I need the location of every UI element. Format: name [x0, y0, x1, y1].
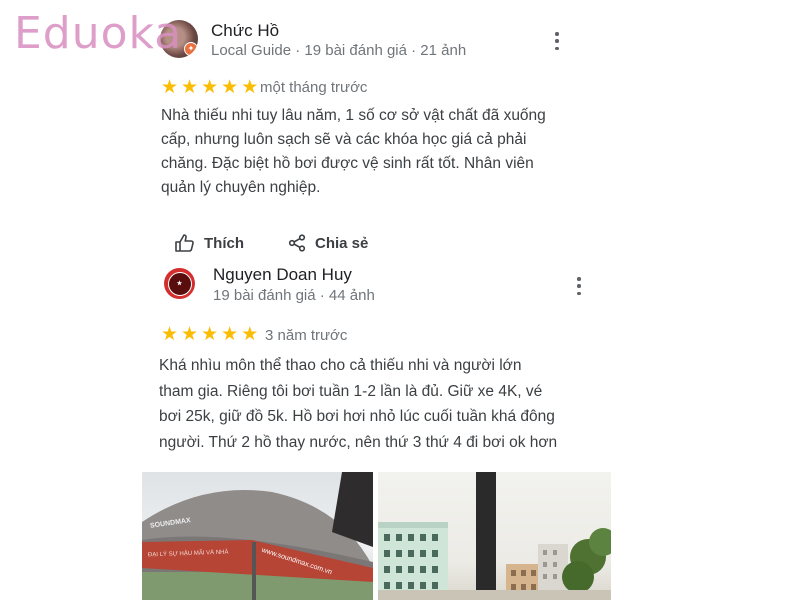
review-text-line: cấp, nhưng luôn sạch sẽ và các khóa học …: [161, 131, 527, 148]
star-icon: ★: [161, 324, 179, 345]
like-button[interactable]: Thích: [175, 234, 244, 252]
avatar[interactable]: ★: [164, 268, 195, 299]
review-text-line: tham gia. Riêng tôi bơi tuần 1-2 lần là …: [159, 382, 543, 400]
rating-stars: ★ ★ ★ ★ ★: [161, 78, 261, 97]
reviewer-meta: Local Guide · 19 bài đánh giá · 21 ảnh: [211, 42, 467, 59]
reviewer-name[interactable]: Nguyen Doan Huy: [213, 265, 352, 285]
review-photo-umbrella[interactable]: SOUNDMAX ĐẠI LÝ SỰ HẬU MÃI VÀ NHÀ www.so…: [142, 472, 373, 600]
review-text-line: người. Thứ 2 hồ thay nước, nên thứ 3 thứ…: [159, 433, 558, 451]
review-text-line: Khá nhìu môn thể thao cho cả thiếu nhi v…: [159, 357, 522, 374]
star-icon: ★: [161, 77, 179, 98]
review-text: Nhà thiếu nhi tuy lâu năm, 1 số cơ sở vậ…: [161, 104, 546, 200]
review-text-line: Nhà thiếu nhi tuy lâu năm, 1 số cơ sở vậ…: [161, 107, 546, 124]
review-text-line: quản lý chuyên nghiệp.: [161, 179, 321, 196]
like-label: Thích: [204, 234, 244, 252]
review-text-line: bơi 25k, giữ đồ 5k. Hồ bơi hơi nhỏ lúc c…: [159, 408, 555, 425]
review-text-line: chăng. Đặc biệt hồ bơi được vệ sinh rất …: [161, 155, 534, 172]
star-icon: ★: [201, 77, 219, 98]
star-icon: ★: [221, 324, 239, 345]
local-guide-badge-icon: ✦: [184, 42, 198, 56]
share-button[interactable]: Chia sẻ: [288, 234, 368, 252]
star-icon: ★: [181, 324, 199, 345]
share-label: Chia sẻ: [315, 234, 369, 252]
star-icon: ★: [201, 324, 219, 345]
star-icon: ★: [241, 77, 259, 98]
avatar-logo-icon: ★: [167, 271, 192, 296]
review-age: một tháng trước: [260, 79, 368, 96]
share-icon: [288, 234, 306, 252]
review-photo-buildings[interactable]: [378, 472, 611, 600]
star-icon: ★: [241, 324, 259, 345]
rating-stars: ★ ★ ★ ★ ★: [161, 325, 261, 344]
review-age: 3 năm trước: [265, 327, 348, 344]
review-text: Khá nhìu môn thể thao cho cả thiếu nhi v…: [159, 353, 557, 455]
more-vert-icon[interactable]: [554, 32, 560, 50]
star-icon: ★: [221, 77, 239, 98]
star-icon: ★: [181, 77, 199, 98]
eduoka-watermark: Eduoka: [14, 8, 183, 59]
thumbs-up-icon: [175, 234, 194, 252]
reviewer-meta: 19 bài đánh giá · 44 ảnh: [213, 287, 375, 304]
more-vert-icon[interactable]: [576, 277, 582, 295]
reviewer-name[interactable]: Chức Hồ: [211, 21, 279, 41]
